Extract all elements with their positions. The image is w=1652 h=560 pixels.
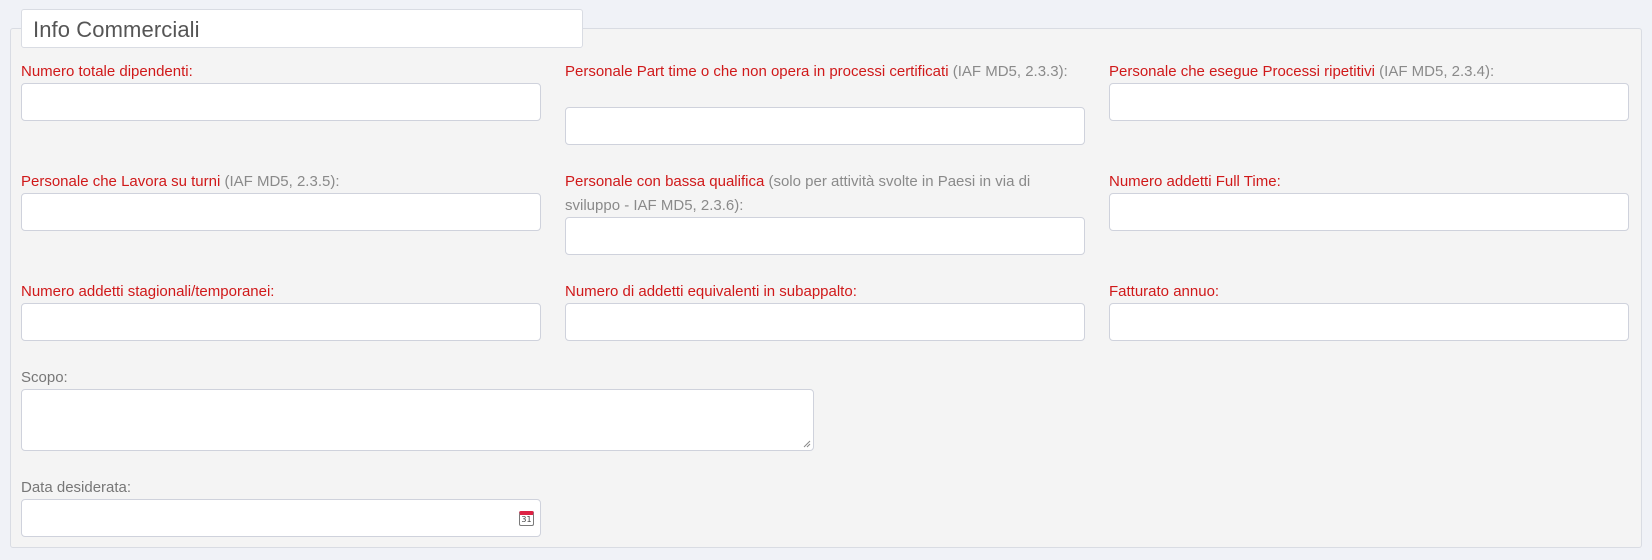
lavora-su-turni-input[interactable] [21, 193, 541, 231]
field-processi-ripetitivi: Personale che esegue Processi ripetitivi… [1109, 60, 1629, 84]
field-label: Fatturato annuo: [1109, 283, 1220, 300]
personale-part-time-input[interactable] [565, 107, 1085, 145]
field-scopo: Scopo: [21, 366, 541, 390]
section-title-text: Info Commerciali [33, 17, 200, 42]
field-lavora-su-turni: Personale che Lavora su turni (IAF MD5, … [21, 170, 541, 194]
field-numero-totale-dipendenti: Numero totale dipendenti: [21, 60, 541, 84]
addetti-subappalto-input[interactable] [565, 303, 1085, 341]
field-label: Data desiderata: [21, 479, 132, 496]
field-data-desiderata: Data desiderata: [21, 476, 541, 500]
data-desiderata-input[interactable]: 31 [21, 499, 541, 537]
field-label: Scopo: [21, 369, 68, 386]
processi-ripetitivi-input[interactable] [1109, 83, 1629, 121]
field-label: Personale con bassa qualifica (solo per … [565, 173, 1031, 214]
field-label: Personale che Lavora su turni (IAF MD5, … [21, 173, 340, 190]
field-addetti-subappalto: Numero di addetti equivalenti in subappa… [565, 280, 1085, 304]
field-addetti-full-time: Numero addetti Full Time: [1109, 170, 1629, 194]
field-label: Numero addetti stagionali/temporanei: [21, 283, 275, 300]
addetti-full-time-input[interactable] [1109, 193, 1629, 231]
field-label: Personale Part time o che non opera in p… [565, 63, 1068, 80]
field-label: Numero addetti Full Time: [1109, 173, 1281, 190]
calendar-icon[interactable]: 31 [519, 511, 534, 526]
fatturato-annuo-input[interactable] [1109, 303, 1629, 341]
field-label: Numero totale dipendenti: [21, 63, 193, 80]
numero-totale-dipendenti-input[interactable] [21, 83, 541, 121]
field-bassa-qualifica: Personale con bassa qualifica (solo per … [565, 170, 1085, 218]
field-label: Numero di addetti equivalenti in subappa… [565, 283, 857, 300]
field-personale-part-time: Personale Part time o che non opera in p… [565, 60, 1085, 84]
scopo-textarea[interactable] [21, 389, 814, 451]
bassa-qualifica-input[interactable] [565, 217, 1085, 255]
addetti-stagionali-input[interactable] [21, 303, 541, 341]
resize-handle-icon[interactable] [803, 440, 811, 448]
field-fatturato-annuo: Fatturato annuo: [1109, 280, 1629, 304]
field-label: Personale che esegue Processi ripetitivi… [1109, 63, 1495, 80]
field-addetti-stagionali: Numero addetti stagionali/temporanei: [21, 280, 541, 304]
section-title: Info Commerciali [21, 9, 583, 48]
